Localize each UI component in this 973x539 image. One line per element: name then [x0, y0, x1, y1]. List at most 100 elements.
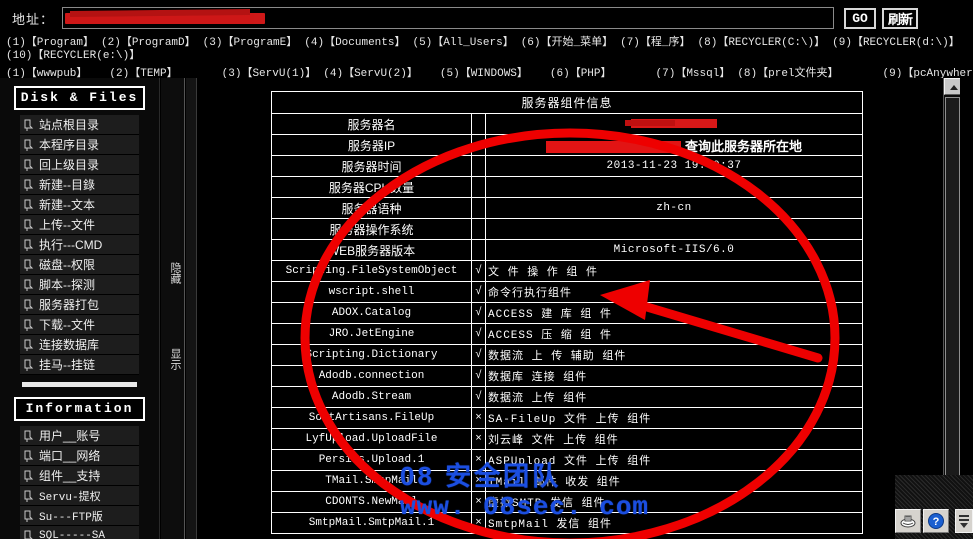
sidebar: Disk & Files 站点根目录 本程序目录 回上级目录 新建--目錄 新建…	[0, 78, 160, 539]
component-name: Persits.Upload.1	[271, 449, 472, 471]
sidebar-item-label: SQL-----SA	[39, 529, 106, 539]
sidebar-item-label: 新建--目錄	[39, 178, 95, 192]
component-name: CDONTS.NewMail	[271, 491, 472, 513]
table-row: CDONTS.NewMail × 虚拟SMTP 发信 组件	[271, 491, 863, 513]
table-row: 服务器语种 zh-cn	[271, 197, 863, 219]
sidebar-item-label: 上传--文件	[39, 218, 95, 232]
component-description: 命令行执行组件	[485, 281, 863, 303]
go-button[interactable]: GO	[844, 7, 877, 29]
sidebar-item-program-dir[interactable]: 本程序目录	[20, 135, 139, 155]
sidebar-item-label: 组件__支持	[39, 469, 101, 483]
sidebar-item-new-text[interactable]: 新建--文本	[20, 195, 139, 215]
pin-icon	[22, 118, 35, 132]
row-mark	[471, 155, 486, 177]
bookmark-item[interactable]: (3)【ProgramE】	[203, 37, 298, 49]
sidebar-item-new-folder[interactable]: 新建--目錄	[20, 175, 139, 195]
bookmark-item[interactable]: (6)【开始_菜单】	[521, 37, 613, 49]
sidebar-item-label: Servu-提权	[39, 491, 101, 504]
table-title: 服务器组件信息	[271, 91, 863, 114]
component-description: 数据库 连接 组件	[485, 365, 863, 387]
component-name: SoftArtisans.FileUp	[271, 407, 472, 429]
component-status-mark: ×	[471, 449, 486, 471]
pin-icon	[22, 509, 35, 523]
svg-text:?: ?	[933, 516, 940, 528]
component-description: 文 件 操 作 组 件	[485, 260, 863, 282]
address-input[interactable]	[62, 7, 835, 29]
component-description: ACCESS 建 库 组 件	[485, 302, 863, 324]
resize-grip-icon[interactable]	[955, 509, 973, 533]
show-panel-button[interactable]: 显示	[165, 348, 181, 370]
pin-icon	[22, 429, 35, 443]
table-row: Scripting.FileSystemObject √ 文 件 操 作 组 件	[271, 260, 863, 282]
sidebar-item-su-ftp[interactable]: Su---FTP版	[20, 506, 139, 526]
row-label: 服务器CPU数量	[271, 176, 472, 198]
sidebar-item-disk-permission[interactable]: 磁盘--权限	[20, 255, 139, 275]
pin-icon	[22, 158, 35, 172]
component-name: wscript.shell	[271, 281, 472, 303]
sidebar-divider	[22, 382, 137, 387]
internet-zone-icon[interactable]	[895, 509, 921, 533]
row-mark	[471, 218, 486, 240]
sidebar-item-label: 挂马--挂链	[39, 358, 95, 372]
table-row: JRO.JetEngine √ ACCESS 压 缩 组 件	[271, 323, 863, 345]
sidebar-item-site-root[interactable]: 站点根目录	[20, 115, 139, 135]
sidebar-item-script-probe[interactable]: 脚本--探测	[20, 275, 139, 295]
table-row: WEB服务器版本 Microsoft-IIS/6.0	[271, 239, 863, 261]
sidebar-item-inject-link[interactable]: 挂马--挂链	[20, 355, 139, 375]
sidebar-item-connect-db[interactable]: 连接数据库	[20, 335, 139, 355]
component-status-mark: ×	[471, 512, 486, 534]
scroll-up-arrow-icon[interactable]	[944, 78, 961, 95]
sidebar-item-server-package[interactable]: 服务器打包	[20, 295, 139, 315]
row-mark	[471, 113, 486, 135]
row-label: 服务器名	[271, 113, 472, 135]
pin-icon	[22, 198, 35, 212]
scrollbar-thumb[interactable]	[945, 97, 960, 479]
component-description: 虚拟SMTP 发信 组件	[485, 491, 863, 513]
sidebar-item-ports-network[interactable]: 端口__网络	[20, 446, 139, 466]
pin-icon	[22, 318, 35, 332]
sidebar-item-label: 回上级目录	[39, 158, 100, 172]
table-row: Persits.Upload.1 × ASPUpload 文件 上传 组件	[271, 449, 863, 471]
component-name: JRO.JetEngine	[271, 323, 472, 345]
sidebar-item-label: 连接数据库	[39, 338, 100, 352]
sidebar-item-parent-dir[interactable]: 回上级目录	[20, 155, 139, 175]
component-description: 数据流 上传 组件	[485, 386, 863, 408]
pin-icon	[22, 489, 35, 503]
row-value[interactable]: 查询此服务器所在地	[485, 134, 863, 156]
main-panel: 服务器组件信息 服务器名 服务器IP 查询此服务器所在地 服务器时间 2013-…	[198, 78, 943, 539]
sidebar-item-download-file[interactable]: 下载--文件	[20, 315, 139, 335]
bookmark-bar: (1)【Program】 (2)【ProgramD】 (3)【ProgramE】 (4…	[0, 36, 973, 81]
help-icon[interactable]: ?	[923, 509, 949, 533]
refresh-button[interactable]: 刷新	[882, 7, 919, 29]
pin-icon	[22, 449, 35, 463]
bookmark-item[interactable]: (8)【RECYCLER(C:\)】	[698, 37, 826, 49]
sidebar-item-users-accounts[interactable]: 用户__账号	[20, 426, 139, 446]
bookmark-item[interactable]: (4)【Documents】	[304, 37, 405, 49]
lookup-server-location-link[interactable]: 查询此服务器所在地	[685, 139, 802, 154]
frame-right-edge	[960, 78, 973, 539]
component-description: TMail 邮件 收发 组件	[485, 470, 863, 492]
sidebar-item-components-support[interactable]: 组件__支持	[20, 466, 139, 486]
component-name: ADOX.Catalog	[271, 302, 472, 324]
vertical-scrollbar[interactable]	[943, 78, 961, 539]
bookmark-item[interactable]: (10)【RECYCLER(e:\)】	[6, 50, 140, 62]
bookmark-item[interactable]: (9)【RECYCLER(d:\)】	[832, 37, 960, 49]
sidebar-item-run-cmd[interactable]: 执行---CMD	[20, 235, 139, 255]
row-label: WEB服务器版本	[271, 239, 472, 261]
bookmark-item[interactable]: (5)【All_Users】	[412, 37, 513, 49]
bookmark-item[interactable]: (1)【Program】	[6, 37, 94, 49]
table-row: 服务器名	[271, 113, 863, 135]
pin-icon	[22, 338, 35, 352]
pin-icon	[22, 298, 35, 312]
bookmark-item[interactable]: (2)【ProgramD】	[101, 37, 196, 49]
sidebar-item-label: 下载--文件	[39, 318, 95, 332]
sidebar-item-upload-file[interactable]: 上传--文件	[20, 215, 139, 235]
pin-icon	[22, 138, 35, 152]
sidebar-item-sql-sa[interactable]: SQL-----SA	[20, 526, 139, 539]
component-status-mark: √	[471, 302, 486, 324]
sidebar-item-servu-escalation[interactable]: Servu-提权	[20, 486, 139, 506]
hide-panel-button[interactable]: 隐藏	[165, 262, 181, 284]
pin-icon	[22, 358, 35, 372]
bookmark-item[interactable]: (7)【程_序】	[620, 37, 690, 49]
sidebar-panel-title-information: Information	[14, 397, 145, 421]
